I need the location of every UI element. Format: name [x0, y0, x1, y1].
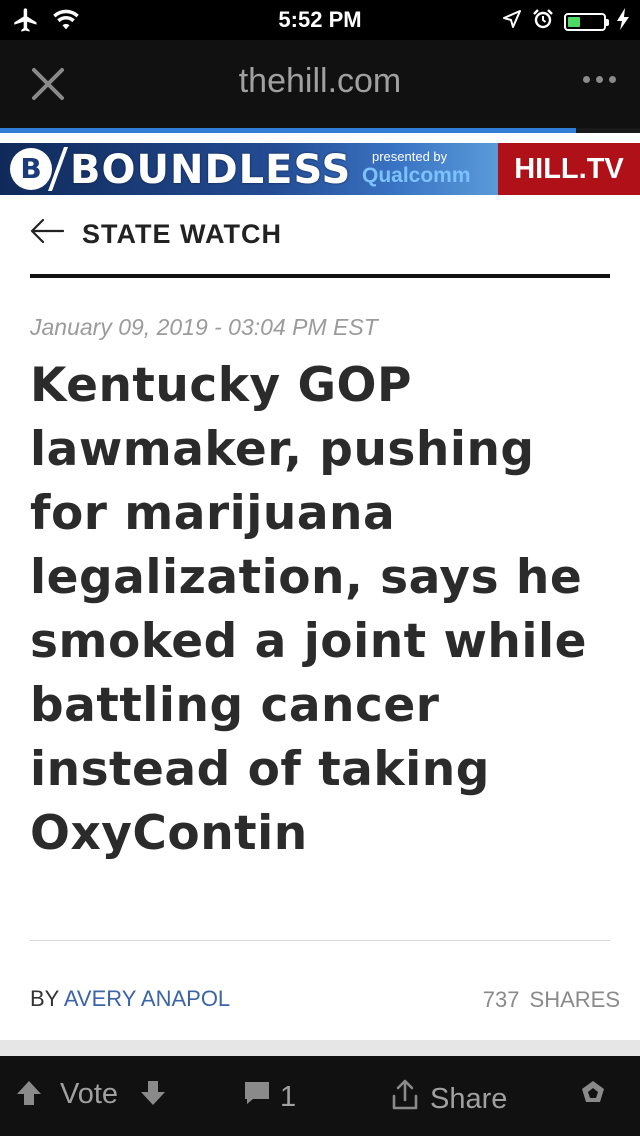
upvote-arrow-icon: [14, 1078, 44, 1116]
share-icon: [388, 1078, 422, 1120]
share-count-label: SHARES: [529, 987, 620, 1012]
downvote-arrow-icon: [138, 1078, 168, 1116]
boundless-logo: B: [10, 148, 52, 190]
section-divider: [30, 274, 610, 278]
more-dot: [596, 76, 603, 83]
boundless-banner[interactable]: B BOUNDLESS presented by Qualcomm: [0, 143, 498, 195]
share-label: Share: [430, 1082, 508, 1115]
content-separator: [0, 1040, 640, 1056]
comment-icon: [242, 1078, 272, 1116]
back-arrow-icon[interactable]: [30, 218, 65, 244]
article-headline: Kentucky GOP lawmaker, pushing for marij…: [30, 358, 587, 861]
byline-prefix: BY: [30, 986, 59, 1011]
share-button[interactable]: Share: [388, 1078, 507, 1120]
alarm-clock-icon: [532, 8, 554, 35]
section-header: STATE WATCH: [30, 196, 610, 278]
downvote-button[interactable]: [138, 1078, 168, 1116]
author-link[interactable]: AVERY ANAPOL: [64, 986, 230, 1011]
byline: BY AVERY ANAPOL: [30, 986, 230, 1012]
share-count-number: 737: [482, 987, 520, 1012]
hilltv-link[interactable]: HILL.TV: [498, 143, 640, 195]
more-dot: [609, 76, 616, 83]
charging-bolt-icon: [616, 8, 630, 35]
more-icon[interactable]: [583, 76, 616, 83]
section-title[interactable]: STATE WATCH: [82, 219, 282, 250]
status-right: [502, 8, 630, 35]
award-icon: [576, 1078, 610, 1120]
article-date: January 09, 2019 - 03:04 PM EST: [30, 314, 378, 340]
comments-button[interactable]: 1: [242, 1078, 296, 1116]
url-display[interactable]: thehill.com: [0, 62, 640, 101]
browser-bar: thehill.com: [0, 40, 640, 128]
award-button[interactable]: [576, 1078, 610, 1120]
presented-by-text: presented by: [372, 149, 448, 164]
banner-ad[interactable]: B BOUNDLESS presented by Qualcomm HILL.T…: [0, 133, 640, 195]
vote-label: Vote: [60, 1078, 119, 1110]
sponsor-logo: Qualcomm: [362, 164, 471, 187]
battery-level: [568, 16, 580, 27]
meta-divider: [30, 940, 610, 941]
boundless-title: BOUNDLESS: [70, 147, 352, 193]
upvote-button[interactable]: [14, 1078, 44, 1116]
status-bar: 5:52 PM: [0, 0, 640, 40]
more-dot: [583, 76, 590, 83]
battery-icon: [564, 12, 609, 31]
share-count: 737 SHARES: [483, 987, 620, 1013]
battery-nub: [606, 18, 609, 26]
bottom-action-bar: Vote 1 Share: [0, 1056, 640, 1136]
location-arrow-icon: [502, 9, 522, 34]
comment-count: 1: [280, 1080, 297, 1113]
